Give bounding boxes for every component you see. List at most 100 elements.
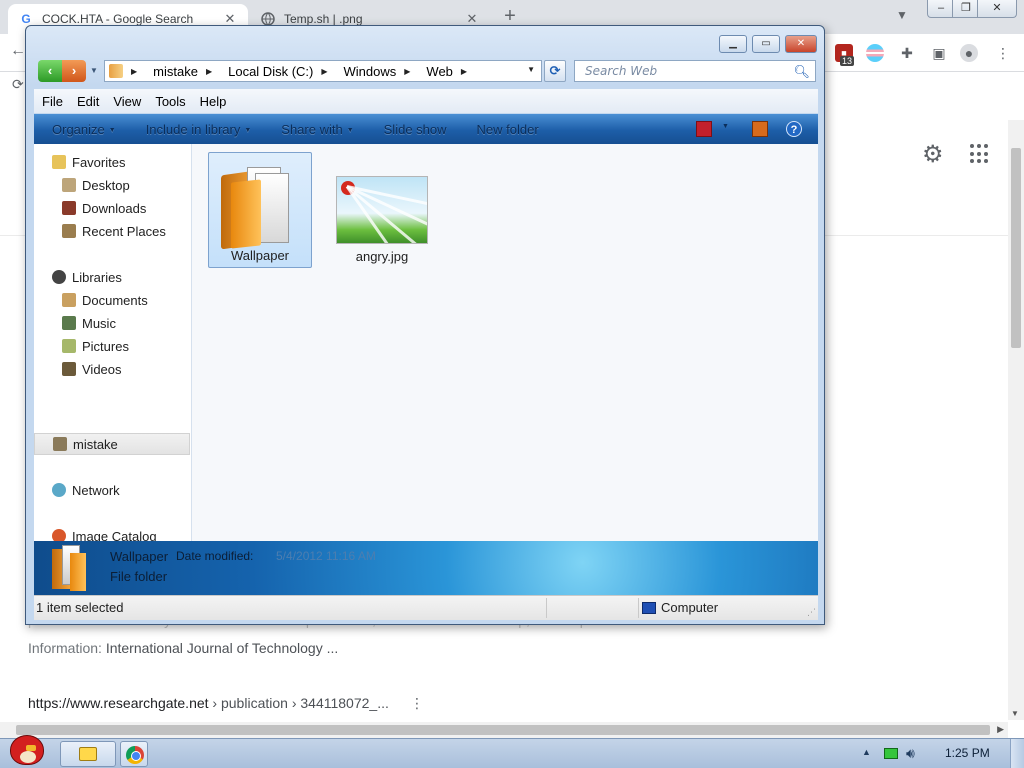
- details-name: Wallpaper: [110, 549, 169, 564]
- reload-icon[interactable]: ⟳: [12, 76, 24, 93]
- nav-recent-places[interactable]: Recent Places: [62, 220, 166, 242]
- info-value: International Journal of Technology ...: [105, 640, 339, 656]
- vertical-scroll-thumb[interactable]: [1011, 148, 1021, 348]
- change-view-icon[interactable]: [696, 121, 712, 137]
- breadcrumb-sep[interactable]: ▶: [321, 67, 335, 76]
- refresh-button[interactable]: ⟳: [544, 60, 566, 82]
- breadcrumb-mistake[interactable]: mistake: [153, 64, 198, 79]
- address-history-chevron-icon[interactable]: ▼: [527, 65, 535, 74]
- folder-icon: [52, 545, 88, 591]
- help-icon[interactable]: ?: [786, 121, 802, 137]
- google-apps-icon[interactable]: [970, 144, 990, 164]
- address-bar[interactable]: ▶ mistake ▶ Local Disk (C:) ▶ Windows ▶ …: [104, 60, 542, 82]
- result-more-icon[interactable]: ⋮: [410, 695, 424, 712]
- nav-buttons: ‹ ›: [38, 60, 88, 82]
- nav-music[interactable]: Music: [62, 312, 116, 334]
- status-divider: [546, 598, 547, 618]
- desktop-icon: [62, 178, 76, 192]
- menu-bar: File Edit View Tools Help: [34, 89, 818, 113]
- result-url[interactable]: https://www.researchgate.net › publicati…: [28, 695, 389, 711]
- search-icon[interactable]: 🔍︎: [793, 63, 810, 83]
- file-item-wallpaper[interactable]: Wallpaper: [208, 152, 312, 268]
- show-hidden-icons-chevron-icon[interactable]: ▲: [862, 747, 871, 757]
- details-pane: Wallpaper Date modified: 5/4/2012 11:16 …: [34, 541, 818, 595]
- start-button[interactable]: [4, 731, 48, 768]
- volume-icon[interactable]: 🔊︎: [906, 745, 915, 762]
- nav-user-mistake[interactable]: mistake: [34, 433, 190, 455]
- status-bar: 1 item selected Computer ⋰: [34, 595, 818, 620]
- pictures-icon: [62, 339, 76, 353]
- settings-gear-icon[interactable]: ⚙: [922, 140, 944, 169]
- details-modified-value: 5/4/2012 11:16 AM: [276, 549, 376, 563]
- organize-button[interactable]: Organize ▼: [52, 122, 116, 137]
- show-desktop-button[interactable]: [1010, 739, 1024, 768]
- include-in-library-button[interactable]: Include in library ▼: [146, 122, 252, 137]
- tab-search-chevron-icon[interactable]: ▼: [896, 8, 908, 22]
- taskbar-clock[interactable]: 1:25 PM: [945, 746, 990, 760]
- extension-flag-icon[interactable]: [866, 44, 884, 62]
- side-panel-icon[interactable]: ▣: [930, 44, 948, 62]
- computer-icon: [642, 601, 656, 614]
- network-status-icon[interactable]: [884, 748, 898, 759]
- menu-tools[interactable]: Tools: [155, 94, 185, 109]
- nav-libraries[interactable]: Libraries: [52, 266, 122, 288]
- info-label: Information:: [28, 640, 102, 656]
- recent-pages-chevron-icon[interactable]: ▼: [90, 66, 98, 75]
- breadcrumb-windows[interactable]: Windows: [344, 64, 397, 79]
- nav-desktop[interactable]: Desktop: [62, 174, 130, 196]
- menu-help[interactable]: Help: [200, 94, 227, 109]
- nav-favorites[interactable]: Favorites: [52, 151, 125, 173]
- breadcrumb-sep[interactable]: ▶: [404, 67, 418, 76]
- back-button[interactable]: ‹: [38, 60, 62, 82]
- profile-avatar-icon[interactable]: ●: [960, 44, 978, 62]
- window-minimize-button[interactable]: –: [927, 0, 955, 18]
- share-with-button[interactable]: Share with ▼: [281, 122, 353, 137]
- resize-grip-icon[interactable]: ⋰: [807, 607, 816, 618]
- explorer-maximize-button[interactable]: ▭: [752, 35, 780, 53]
- file-item-label: angry.jpg: [355, 249, 409, 264]
- back-arrow-icon[interactable]: ←: [10, 42, 26, 60]
- documents-icon: [62, 293, 76, 307]
- recent-places-icon: [62, 224, 76, 238]
- taskbar-explorer-button[interactable]: [60, 741, 116, 767]
- nav-network[interactable]: Network: [52, 479, 120, 501]
- horizontal-scroll-thumb[interactable]: [16, 725, 990, 735]
- scroll-down-arrow-icon[interactable]: ▼: [1011, 709, 1019, 718]
- search-placeholder: Search Web: [585, 64, 658, 78]
- window-restore-button[interactable]: ❐: [952, 0, 980, 18]
- result-domain[interactable]: https://www.researchgate.net: [28, 695, 209, 711]
- preview-pane-icon[interactable]: [752, 121, 768, 137]
- menu-file[interactable]: File: [42, 94, 63, 109]
- file-item-angry-jpg[interactable]: angry.jpg: [330, 152, 434, 268]
- breadcrumb-local-disk[interactable]: Local Disk (C:): [228, 64, 313, 79]
- star-icon: [52, 155, 66, 169]
- nav-documents[interactable]: Documents: [62, 289, 148, 311]
- taskbar-chrome-button[interactable]: [120, 741, 148, 767]
- search-input[interactable]: Search Web 🔍︎: [574, 60, 816, 82]
- file-list: Wallpaper angry.jpg: [192, 144, 818, 541]
- extensions-puzzle-icon[interactable]: ✚: [898, 44, 916, 62]
- view-options-chevron-icon[interactable]: ▼: [722, 123, 729, 139]
- nav-downloads[interactable]: Downloads: [62, 197, 146, 219]
- explorer-window: ▁ ▭ ✕ ‹ › ▼ ▶ mistake ▶ Local Disk (C:) …: [25, 25, 825, 625]
- nav-pictures[interactable]: Pictures: [62, 335, 129, 357]
- breadcrumb-web[interactable]: Web: [426, 64, 453, 79]
- forward-button[interactable]: ›: [62, 60, 86, 82]
- page-horizontal-scrollbar[interactable]: ▶: [0, 722, 1008, 738]
- result-path[interactable]: › publication › 344118072_...: [209, 695, 388, 711]
- breadcrumb-sep[interactable]: ▶: [461, 67, 475, 76]
- explorer-minimize-button[interactable]: ▁: [719, 35, 747, 53]
- new-folder-button[interactable]: New folder: [477, 122, 539, 137]
- breadcrumb-sep[interactable]: ▶: [206, 67, 220, 76]
- page-vertical-scrollbar[interactable]: ▼: [1008, 120, 1024, 720]
- explorer-close-button[interactable]: ✕: [785, 35, 817, 53]
- breadcrumb-root-chevron[interactable]: ▶: [131, 67, 145, 76]
- menu-view[interactable]: View: [113, 94, 141, 109]
- kebab-menu-icon[interactable]: ⋮: [994, 44, 1012, 62]
- nav-videos[interactable]: Videos: [62, 358, 122, 380]
- scroll-right-arrow-icon[interactable]: ▶: [997, 724, 1004, 735]
- window-close-button[interactable]: ✕: [977, 0, 1017, 18]
- status-divider: [638, 598, 639, 618]
- slide-show-button[interactable]: Slide show: [384, 122, 447, 137]
- menu-edit[interactable]: Edit: [77, 94, 99, 109]
